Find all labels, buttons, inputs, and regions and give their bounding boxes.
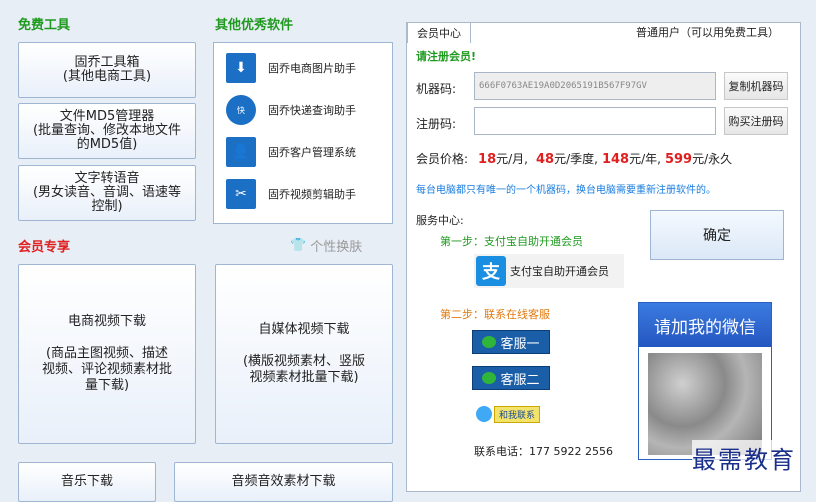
step1-label: 第一步：支付宝自助开通会员 bbox=[440, 235, 583, 248]
phone-label: 联系电话： bbox=[474, 445, 529, 458]
download-icon: ⬇ bbox=[226, 53, 256, 83]
qq-contact-button[interactable]: 和我联系 bbox=[476, 404, 541, 424]
alipay-label: 支付宝自助开通会员 bbox=[510, 265, 609, 278]
tab-member-center[interactable]: 会员中心 bbox=[407, 22, 471, 43]
wechat-qr-card: 请加我的微信 bbox=[638, 302, 772, 460]
reg-code-label: 注册码: bbox=[416, 117, 457, 131]
service-one-button[interactable]: 客服一 bbox=[472, 330, 550, 354]
software-item-label: 固乔电商图片助手 bbox=[268, 62, 356, 75]
qq-contact-label: 和我联系 bbox=[494, 405, 541, 423]
buy-reg-code-button[interactable]: 购买注册码 bbox=[724, 107, 788, 135]
free-tools-title: 免费工具 bbox=[18, 18, 71, 33]
other-software-list: ⬇ 固乔电商图片助手 快 固乔快递查询助手 👤 固乔客户管理系统 ✂ 固乔视频剪… bbox=[213, 42, 393, 224]
software-item-label: 固乔视频剪辑助手 bbox=[268, 188, 356, 201]
price-amount: 48 bbox=[536, 152, 555, 167]
software-item-customer[interactable]: 👤 固乔客户管理系统 bbox=[226, 135, 356, 169]
audio-download-button[interactable]: 音频音效素材下载 bbox=[174, 462, 393, 502]
skin-button[interactable]: 👕 个性换肤 bbox=[290, 236, 362, 255]
service-label: 服务中心: bbox=[416, 214, 464, 227]
service-one-label: 客服一 bbox=[500, 336, 540, 352]
wechat-banner: 请加我的微信 bbox=[639, 303, 771, 347]
price-unit: 元/月, bbox=[496, 152, 528, 166]
software-item-image[interactable]: ⬇ 固乔电商图片助手 bbox=[226, 51, 356, 85]
service-two-label: 客服二 bbox=[500, 372, 540, 388]
customer-icon: 👤 bbox=[226, 137, 256, 167]
service-two-button[interactable]: 客服二 bbox=[472, 366, 550, 390]
software-item-video[interactable]: ✂ 固乔视频剪辑助手 bbox=[226, 177, 356, 211]
media-video-download-button[interactable]: 自媒体视频下载 (横版视频素材、竖版 视频素材批量下载) bbox=[215, 264, 393, 444]
ecommerce-video-download-button[interactable]: 电商视频下载 (商品主图视频、描述 视频、评论视频素材批 量下载) bbox=[18, 264, 196, 444]
toolbox-button[interactable]: 固乔工具箱 (其他电商工具) bbox=[18, 42, 196, 98]
software-item-label: 固乔客户管理系统 bbox=[268, 146, 356, 159]
machine-code-field[interactable]: 666F0763AE19A0D2065191B567F97GV bbox=[474, 72, 716, 100]
alipay-icon: 支 bbox=[476, 256, 506, 286]
md5-manager-button[interactable]: 文件MD5管理器 (批量查询、修改本地文件 的MD5值) bbox=[18, 103, 196, 159]
phone-row: 联系电话：177 5922 2556 bbox=[474, 443, 613, 459]
software-item-label: 固乔快递查询助手 bbox=[268, 104, 356, 117]
shirt-icon: 👕 bbox=[290, 238, 307, 253]
confirm-button[interactable]: 确定 bbox=[650, 210, 784, 260]
price-unit: 元/年, bbox=[629, 152, 661, 166]
user-type: 普通用户（可以用免费工具） bbox=[636, 26, 779, 39]
express-icon: 快 bbox=[226, 95, 256, 125]
chat-icon bbox=[482, 372, 497, 384]
phone-number: 177 5922 2556 bbox=[529, 445, 613, 458]
other-software-title: 其他优秀软件 bbox=[215, 18, 294, 33]
machine-code-notice: 每台电脑都只有唯一的一个机器码，换台电脑需要重新注册软件的。 bbox=[416, 185, 716, 196]
price-unit: 元/永久 bbox=[692, 152, 733, 166]
price-amount: 18 bbox=[478, 152, 497, 167]
machine-code-label: 机器码: bbox=[416, 82, 457, 96]
skin-label: 个性换肤 bbox=[310, 240, 363, 255]
register-prompt: 请注册会员! bbox=[416, 50, 477, 63]
price-amount: 148 bbox=[601, 152, 630, 167]
price-unit: 元/季度, bbox=[554, 152, 598, 166]
chat-icon bbox=[482, 336, 497, 348]
text-to-speech-button[interactable]: 文字转语音 (男女读音、音调、语速等 控制) bbox=[18, 165, 196, 221]
music-download-button[interactable]: 音乐下载 bbox=[18, 462, 156, 502]
software-item-express[interactable]: 快 固乔快递查询助手 bbox=[226, 93, 356, 127]
price-label: 会员价格: bbox=[416, 152, 469, 166]
price-row: 会员价格: 18 元/月, 48 元/季度, 148 元/年, 599 元/永久 bbox=[416, 150, 732, 167]
reg-code-input[interactable] bbox=[474, 107, 716, 135]
alipay-button[interactable]: 支 支付宝自助开通会员 bbox=[474, 254, 624, 288]
price-amount: 599 bbox=[664, 152, 693, 167]
qq-icon bbox=[476, 406, 492, 422]
step2-label: 第二步：联系在线客服 bbox=[440, 308, 550, 321]
watermark: 最需教育 bbox=[692, 440, 796, 475]
member-exclusive-title: 会员专享 bbox=[18, 240, 71, 255]
copy-machine-code-button[interactable]: 复制机器码 bbox=[724, 72, 788, 100]
scissors-icon: ✂ bbox=[226, 179, 256, 209]
